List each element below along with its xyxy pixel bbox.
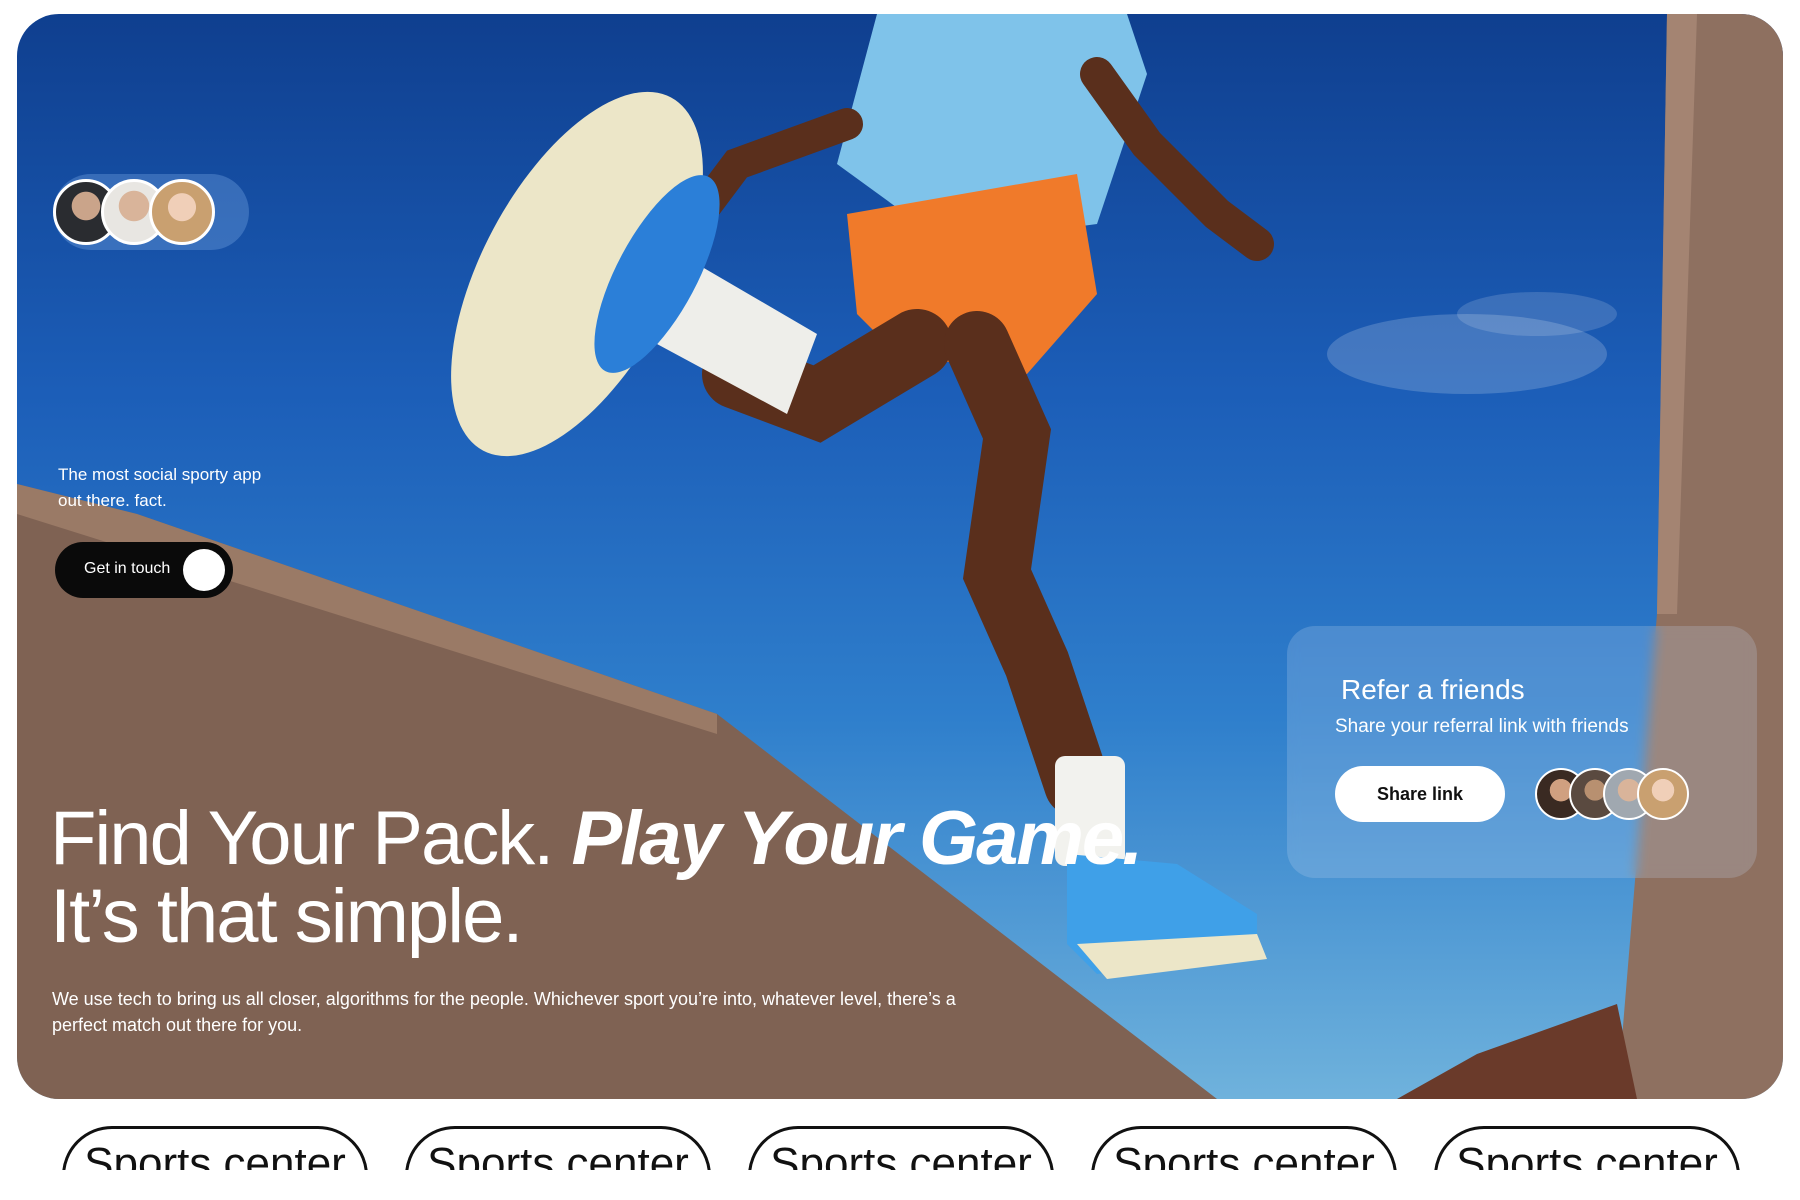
avatar: [149, 179, 215, 245]
headline-emphasis: Play Your Game.: [571, 796, 1143, 881]
sports-center-tag[interactable]: Sports center: [1091, 1126, 1397, 1170]
hero-description: We use tech to bring us all closer, algo…: [52, 989, 956, 1035]
headline-plain: Find Your Pack.: [50, 796, 572, 881]
tagline: The most social sporty app out there. fa…: [58, 465, 262, 510]
circle-icon: [183, 549, 225, 591]
hero-banner: The most social sporty app out there. fa…: [17, 14, 1783, 1099]
community-avatars: [53, 174, 249, 250]
sports-center-tag[interactable]: Sports center: [748, 1126, 1054, 1170]
sports-center-tag[interactable]: Sports center: [1434, 1126, 1740, 1170]
page-title: Find Your Pack. Play Your Game. It’s tha…: [50, 800, 1143, 959]
get-in-touch-button[interactable]: Get in touch: [55, 542, 233, 598]
sports-center-tag[interactable]: Sports center: [62, 1126, 368, 1170]
referral-subtitle: Share your referral link with friends: [1335, 716, 1629, 737]
referral-card: Refer a friends Share your referral link…: [1287, 626, 1757, 878]
get-in-touch-label: Get in touch: [84, 560, 171, 577]
headline-line2: It’s that simple.: [50, 874, 523, 959]
referral-title: Refer a friends: [1341, 674, 1525, 705]
sports-tags: Sports center Sports center Sports cente…: [0, 1120, 1800, 1170]
friend-avatars: [1535, 768, 1695, 822]
share-link-button[interactable]: Share link: [1335, 766, 1505, 822]
avatar: [1637, 768, 1689, 820]
sports-center-tag[interactable]: Sports center: [405, 1126, 711, 1170]
